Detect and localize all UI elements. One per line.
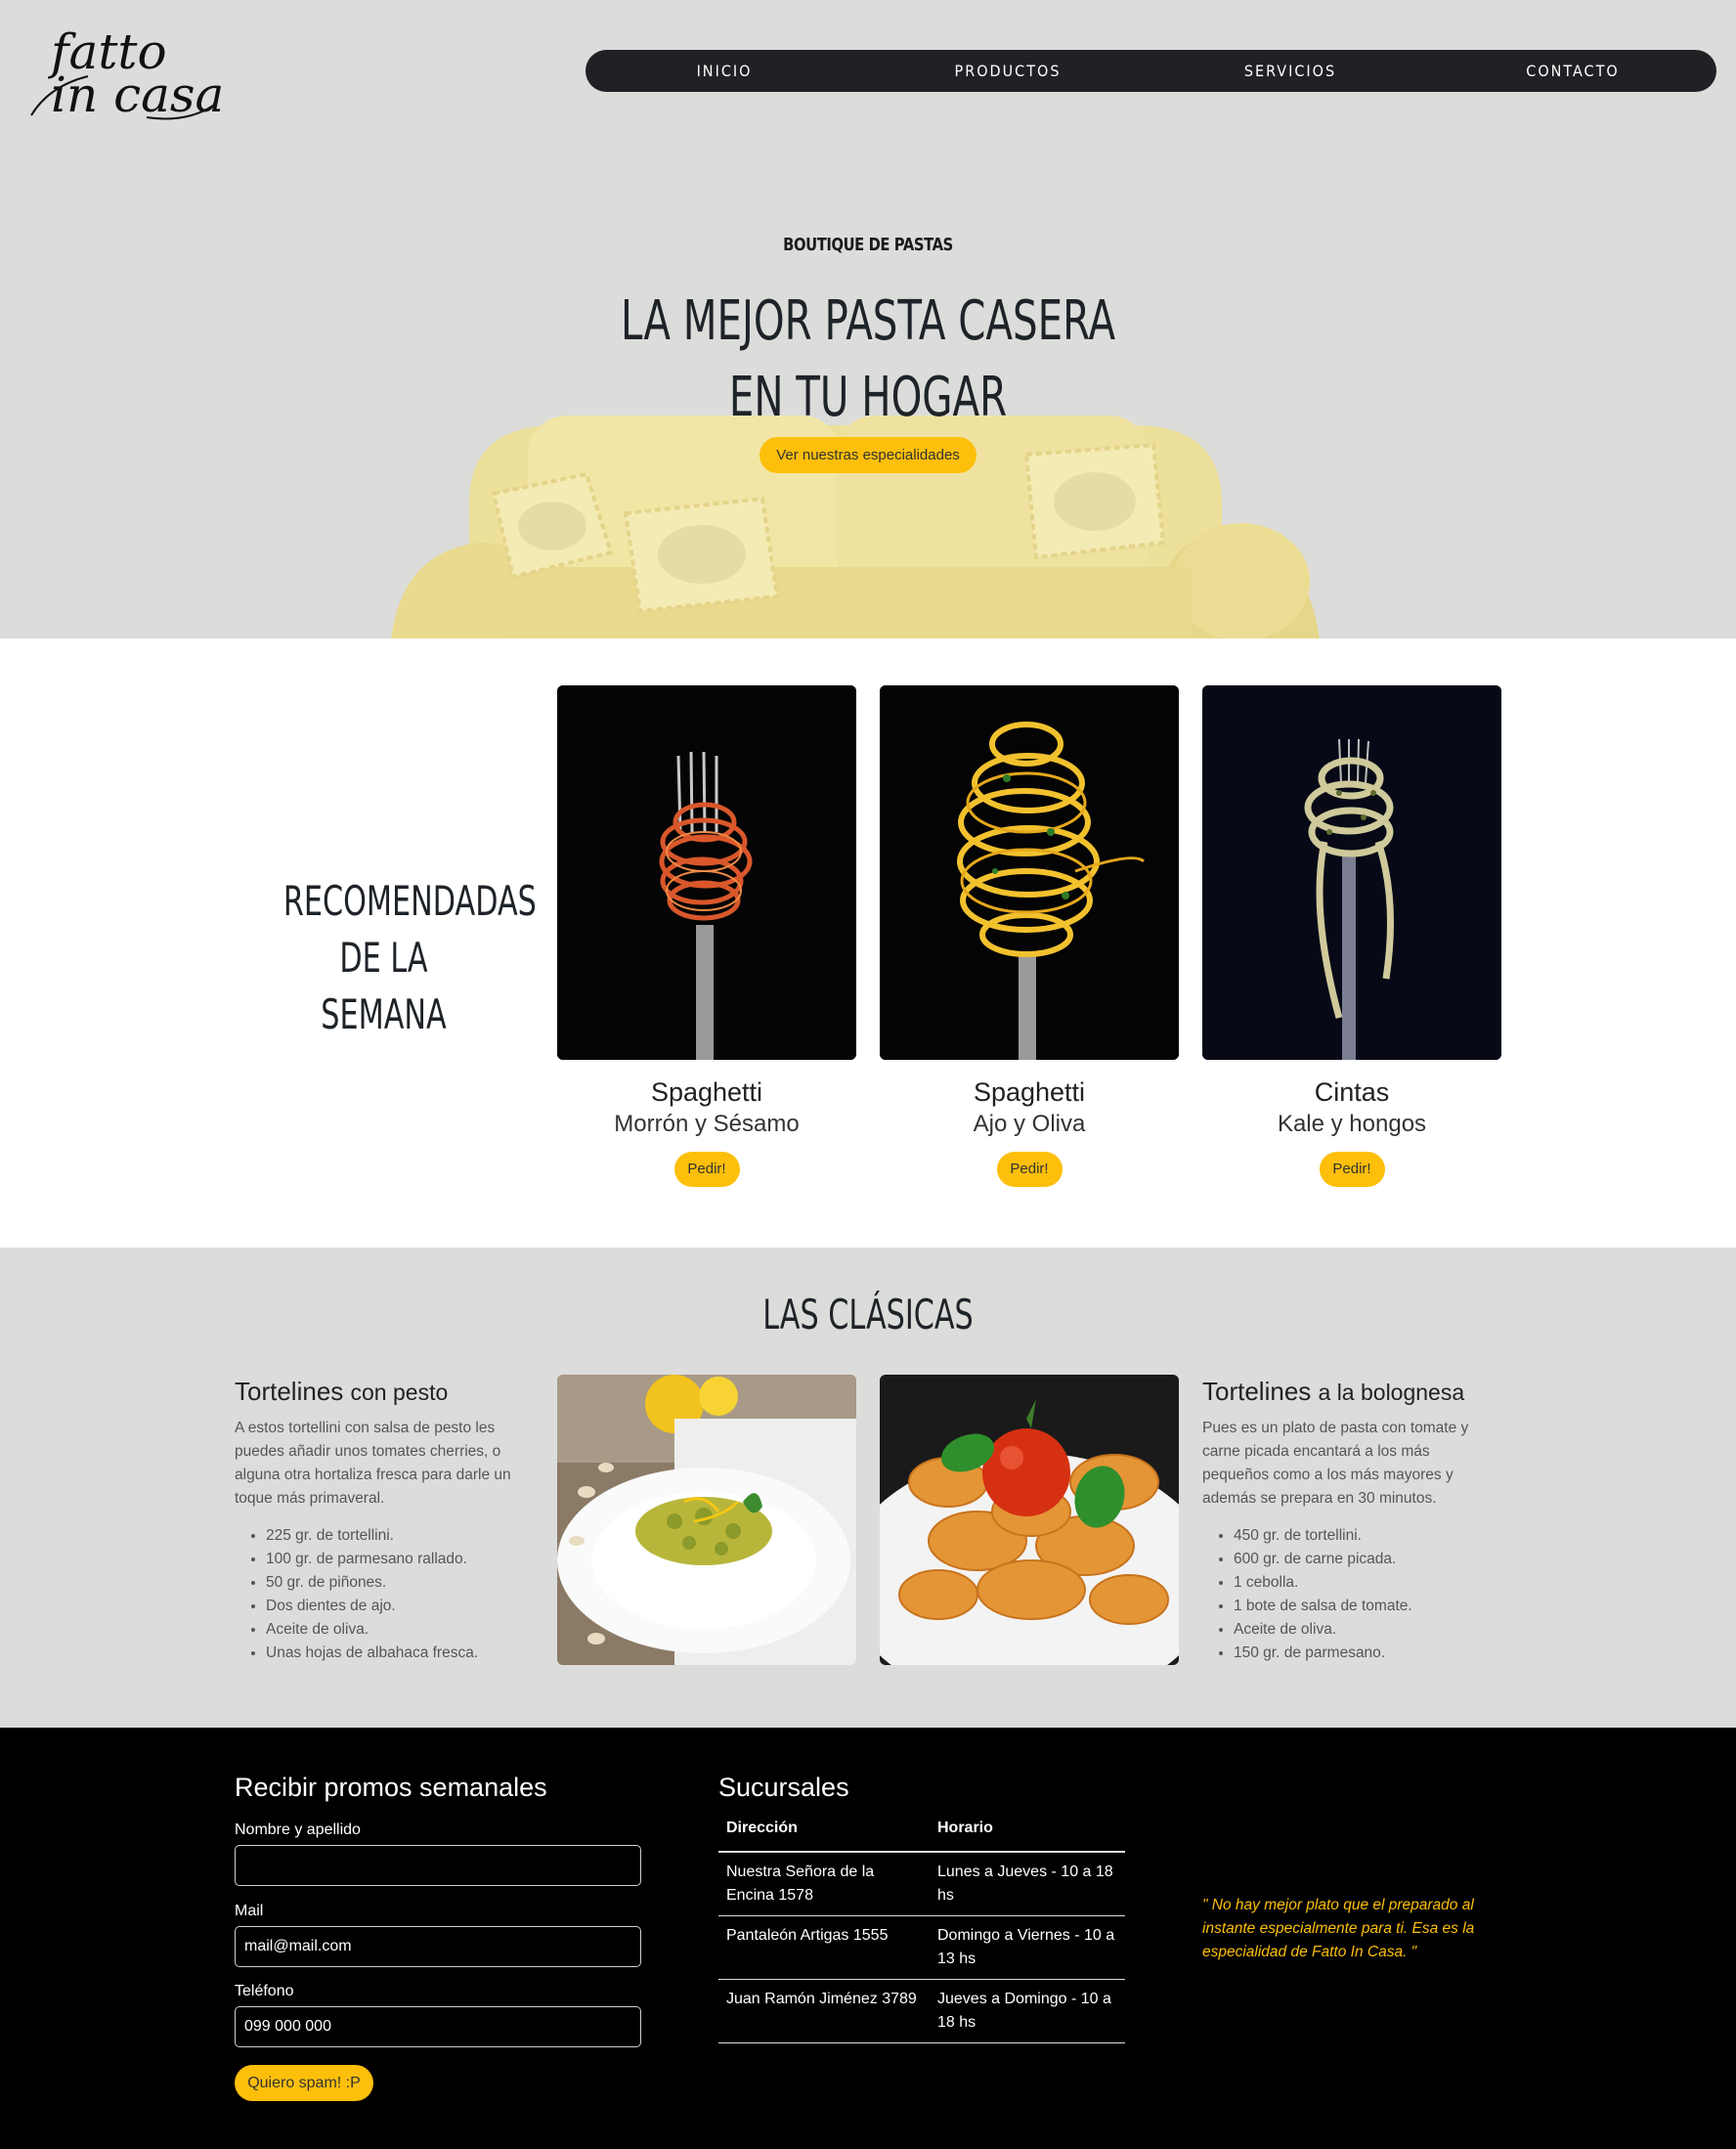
- footer: Recibir promos semanales Nombre y apelli…: [0, 1728, 1736, 2149]
- branches-title: Sucursales: [718, 1773, 849, 1802]
- spaghetti-morron-image: [557, 685, 856, 1060]
- tortelines-pesto-image: [557, 1375, 856, 1665]
- name-label: Nombre y apellido: [235, 1821, 361, 1838]
- ingredient-item: Aceite de oliva.: [1234, 1618, 1496, 1642]
- ingredient-list: 450 gr. de tortellini. 600 gr. de carne …: [1202, 1524, 1496, 1665]
- table-header-address: Dirección: [718, 1820, 930, 1853]
- recipe-title-rest: con pesto: [350, 1380, 449, 1405]
- recipe-pesto: Tortelines con pesto A estos tortellini …: [235, 1375, 528, 1665]
- hero-title: LA MEJOR PASTA CASERA EN TU HOGAR: [243, 284, 1494, 436]
- recipe-description: Pues es un plato de pasta con tomate y c…: [1202, 1420, 1469, 1507]
- product-card: Spaghetti Ajo y Oliva Pedir!: [880, 685, 1179, 1187]
- branch-address: Pantaleón Artigas 1555: [718, 1915, 930, 1980]
- branch-hours: Lunes a Jueves - 10 a 18 hs: [930, 1852, 1125, 1916]
- table-row: Pantaleón Artigas 1555 Domingo a Viernes…: [718, 1915, 1125, 1980]
- ingredient-item: Unas hojas de albahaca fresca.: [266, 1642, 528, 1665]
- ingredient-item: 150 gr. de parmesano.: [1234, 1642, 1496, 1665]
- nav-item-contacto[interactable]: CONTACTO: [1475, 50, 1671, 92]
- recomendadas-section: RECOMENDADAS DE LA SEMANA Spaghetti Morr…: [0, 638, 1736, 1248]
- ingredient-item: 450 gr. de tortellini.: [1234, 1524, 1496, 1548]
- footer-quote: " No hay mejor plato que el preparado al…: [1202, 1897, 1475, 1960]
- card-desc: Ajo y Oliva: [973, 1111, 1086, 1137]
- pedir-button[interactable]: Pedir!: [673, 1152, 740, 1187]
- card-name: Spaghetti: [650, 1077, 763, 1107]
- ingredient-item: 225 gr. de tortellini.: [266, 1524, 528, 1548]
- ingredient-item: 100 gr. de parmesano rallado.: [266, 1548, 528, 1571]
- ver-especialidades-button[interactable]: Ver nuestras especialidades: [760, 437, 976, 473]
- spaghetti-ajo-image: [880, 685, 1179, 1060]
- main-nav: INICIO PRODUCTOS SERVICIOS CONTACTO: [586, 50, 1716, 92]
- ingredient-list: 225 gr. de tortellini. 100 gr. de parmes…: [235, 1524, 528, 1665]
- name-field[interactable]: [235, 1845, 641, 1886]
- branch-address: Nuestra Señora de la Encina 1578: [718, 1852, 930, 1916]
- recipe-title: Tortelines con pesto: [235, 1375, 528, 1409]
- mail-label: Mail: [235, 1903, 264, 1919]
- card-name: Cintas: [1314, 1077, 1390, 1107]
- nav-item-servicios[interactable]: SERVICIOS: [1193, 50, 1388, 92]
- subscribe-button[interactable]: Quiero spam! :P: [235, 2065, 373, 2101]
- pedir-button[interactable]: Pedir!: [996, 1152, 1063, 1187]
- pedir-button[interactable]: Pedir!: [1319, 1152, 1385, 1187]
- hero-title-line1: LA MEJOR PASTA CASERA: [620, 289, 1116, 353]
- ingredient-item: Aceite de oliva.: [266, 1618, 528, 1642]
- ingredient-item: Dos dientes de ajo.: [266, 1595, 528, 1618]
- hero-subtitle: BOUTIQUE DE PASTAS: [783, 235, 953, 255]
- product-card: Cintas Kale y hongos Pedir!: [1202, 685, 1501, 1187]
- branch-hours: Domingo a Viernes - 10 a 13 hs: [930, 1915, 1125, 1980]
- hero-section: fatto in casa INICIO PRODUCTOS SERVICIOS…: [0, 0, 1736, 638]
- table-row: Juan Ramón Jiménez 3789 Jueves a Domingo…: [718, 1979, 1125, 2043]
- recipe-title-main: Tortelines: [1202, 1377, 1312, 1406]
- hero-title-line2: EN TU HOGAR: [728, 366, 1008, 429]
- branch-address: Juan Ramón Jiménez 3789: [718, 1979, 930, 2043]
- recipe-title: Tortelines a la bolognesa: [1202, 1375, 1496, 1409]
- clasicas-title: LAS CLÁSICAS: [762, 1291, 974, 1338]
- cintas-kale-image: [1202, 685, 1501, 1060]
- card-name: Spaghetti: [973, 1077, 1086, 1107]
- recipe-bolognesa: Tortelines a la bolognesa Pues es un pla…: [1202, 1375, 1496, 1665]
- recomendadas-title: RECOMENDADAS DE LA SEMANA: [282, 873, 537, 1043]
- product-card: Spaghetti Morrón y Sésamo Pedir!: [557, 685, 856, 1187]
- ingredient-item: 1 bote de salsa de tomate.: [1234, 1595, 1496, 1618]
- phone-label: Teléfono: [235, 1983, 294, 1999]
- nav-item-inicio[interactable]: INICIO: [627, 50, 822, 92]
- nav-item-productos[interactable]: PRODUCTOS: [910, 50, 1106, 92]
- promo-title: Recibir promos semanales: [235, 1773, 547, 1802]
- recipe-title-rest: a la bolognesa: [1318, 1380, 1465, 1405]
- logo-text-line2: in casa: [51, 66, 225, 123]
- recipe-title-main: Tortelines: [235, 1377, 344, 1406]
- recipe-description: A estos tortellini con salsa de pesto le…: [235, 1420, 511, 1507]
- branches-table: Dirección Horario Nuestra Señora de la E…: [718, 1820, 1125, 2043]
- recomendadas-title-line2: DE LA SEMANA: [321, 934, 447, 1038]
- tortelines-bolognesa-image: [880, 1375, 1179, 1665]
- phone-field[interactable]: [235, 2006, 641, 2047]
- mail-field[interactable]: [235, 1926, 641, 1967]
- table-header-hours: Horario: [930, 1820, 1125, 1853]
- ingredient-item: 600 gr. de carne picada.: [1234, 1548, 1496, 1571]
- clasicas-section: LAS CLÁSICAS Tortelines con pesto A esto…: [0, 1248, 1736, 1728]
- recomendadas-title-line1: RECOMENDADAS: [282, 877, 537, 925]
- table-row: Nuestra Señora de la Encina 1578 Lunes a…: [718, 1852, 1125, 1916]
- branch-hours: Jueves a Domingo - 10 a 18 hs: [930, 1979, 1125, 2043]
- ingredient-item: 50 gr. de piñones.: [266, 1571, 528, 1595]
- ingredient-item: 1 cebolla.: [1234, 1571, 1496, 1595]
- card-desc: Kale y hongos: [1277, 1111, 1427, 1137]
- card-desc: Morrón y Sésamo: [614, 1111, 800, 1137]
- table-header-row: Dirección Horario: [718, 1820, 1125, 1853]
- logo[interactable]: fatto in casa: [29, 27, 224, 120]
